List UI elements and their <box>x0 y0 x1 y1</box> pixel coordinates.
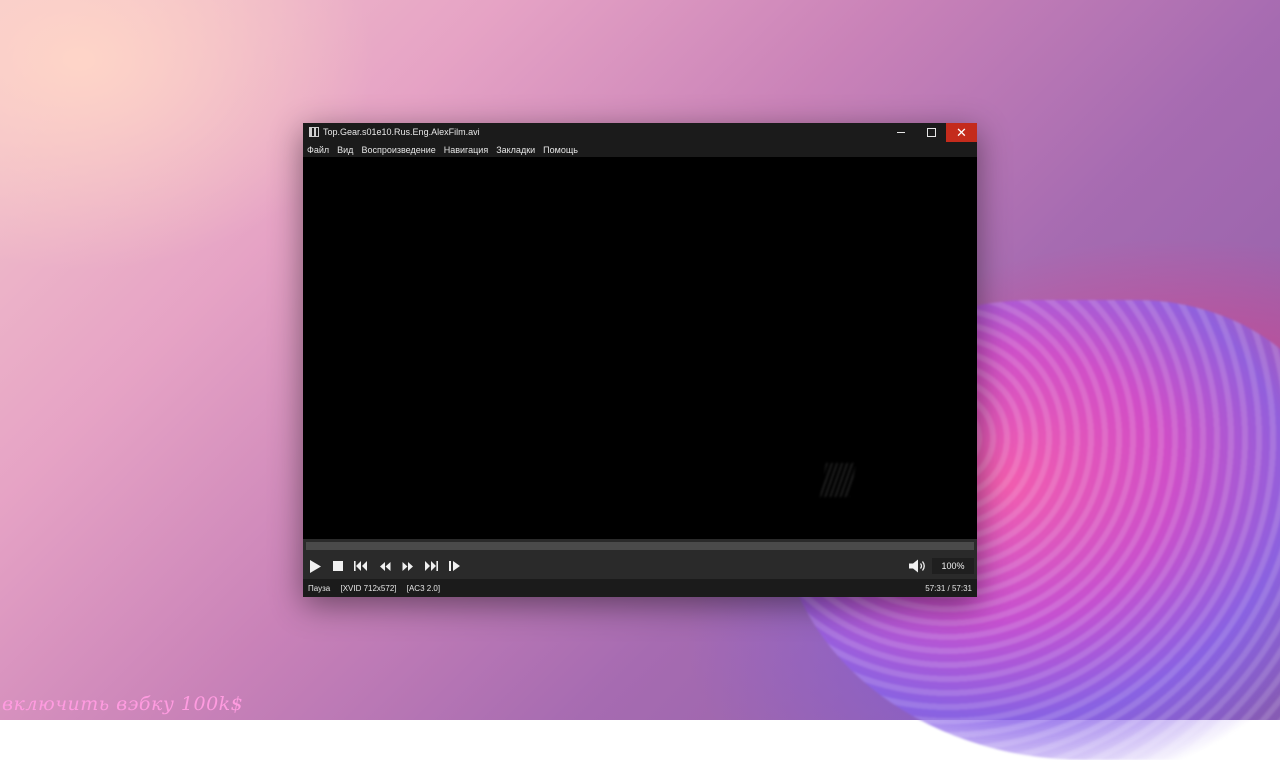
video-area[interactable] <box>303 157 977 539</box>
stop-button[interactable] <box>328 557 348 575</box>
close-button[interactable]: ✕ <box>946 123 977 142</box>
seek-bar-progress <box>307 543 973 549</box>
menu-bar: Файл Вид Воспроизведение Навигация Закла… <box>303 142 977 157</box>
audio-codec-info: [AC3 2.0] <box>406 584 441 593</box>
speaker-icon <box>909 559 925 573</box>
seek-bar-area <box>303 539 977 553</box>
stop-icon <box>333 561 343 571</box>
skip-next-icon <box>425 561 438 571</box>
skip-previous-button[interactable] <box>351 557 371 575</box>
menu-view[interactable]: Вид <box>333 145 357 155</box>
skip-next-button[interactable] <box>421 557 441 575</box>
rewind-button[interactable] <box>375 557 395 575</box>
menu-file[interactable]: Файл <box>303 145 333 155</box>
minimize-icon <box>897 132 905 133</box>
playback-controls: 100% <box>303 553 977 579</box>
maximize-icon <box>926 128 936 137</box>
maximize-button[interactable] <box>916 123 946 142</box>
skip-previous-icon <box>354 561 367 571</box>
minimize-button[interactable] <box>886 123 916 142</box>
playback-state: Пауза <box>308 584 331 593</box>
desktop-watermark-text: включить вэбку 100k$ <box>2 693 244 715</box>
close-icon: ✕ <box>956 125 967 140</box>
volume-level[interactable]: 100% <box>932 558 974 574</box>
menu-bookmarks[interactable]: Закладки <box>492 145 539 155</box>
time-display: 57:31 / 57:31 <box>925 584 972 593</box>
menu-navigation[interactable]: Навигация <box>440 145 492 155</box>
media-player-window: Top.Gear.s01e10.Rus.Eng.AlexFilm.avi ✕ Ф… <box>303 123 977 597</box>
play-button[interactable] <box>305 557 325 575</box>
video-frame-artifact <box>820 463 856 497</box>
fast-forward-button[interactable] <box>398 557 418 575</box>
film-icon <box>309 127 319 137</box>
frame-step-button[interactable] <box>445 557 465 575</box>
seek-bar[interactable] <box>306 542 974 550</box>
window-title: Top.Gear.s01e10.Rus.Eng.AlexFilm.avi <box>323 127 480 137</box>
play-icon <box>310 559 321 573</box>
fast-forward-icon <box>402 561 413 571</box>
status-bar: Пауза [XVID 712x572] [AC3 2.0] 57:31 / 5… <box>303 579 977 597</box>
rewind-icon <box>380 561 391 571</box>
mute-button[interactable] <box>907 557 929 575</box>
title-bar[interactable]: Top.Gear.s01e10.Rus.Eng.AlexFilm.avi ✕ <box>303 123 977 142</box>
menu-help[interactable]: Помощь <box>539 145 582 155</box>
menu-playback[interactable]: Воспроизведение <box>357 145 439 155</box>
video-codec-info: [XVID 712x572] <box>340 584 397 593</box>
frame-step-icon <box>449 561 460 571</box>
